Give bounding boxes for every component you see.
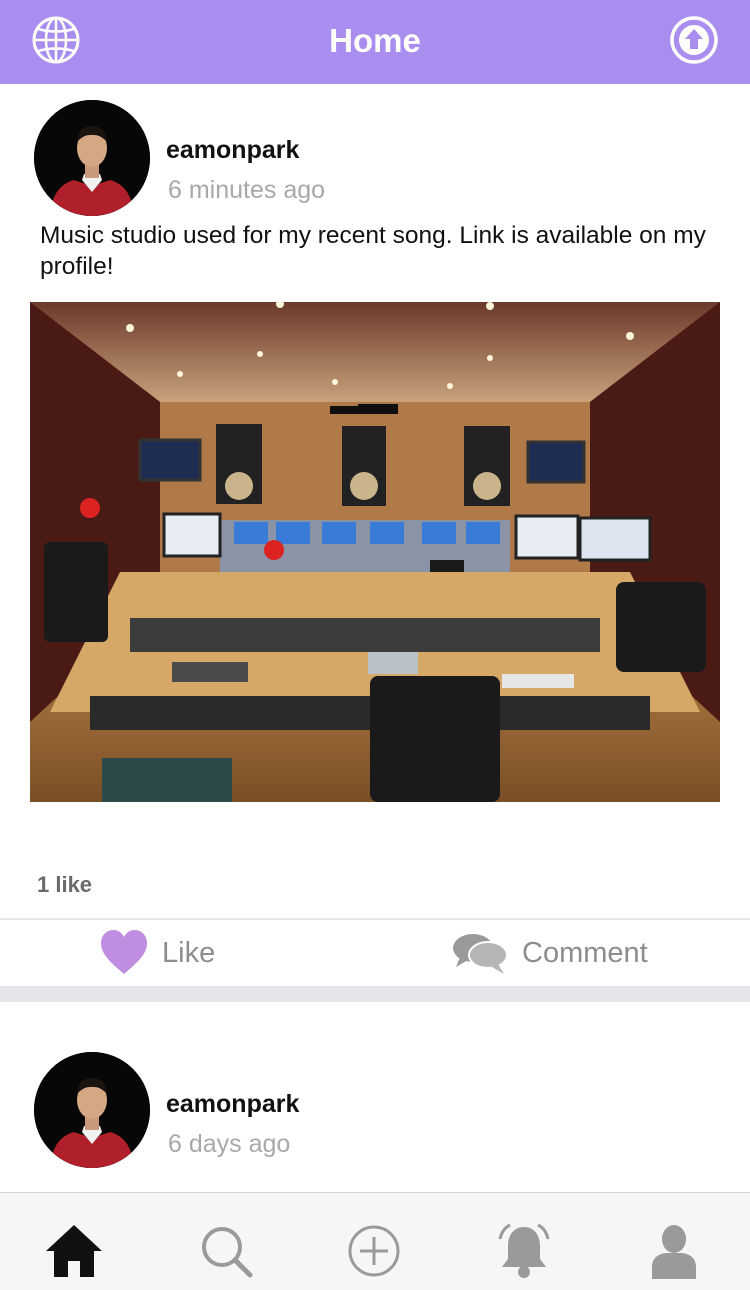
post-timestamp: 6 days ago	[168, 1130, 291, 1158]
post-action-bar: Like Comment	[0, 918, 750, 986]
page-title: Home	[329, 22, 421, 59]
header-bar: Home	[0, 0, 750, 84]
profile-icon[interactable]	[644, 1221, 704, 1281]
post-card: eamonpark 6 days ago	[0, 1002, 750, 1192]
comment-button[interactable]: Comment	[452, 920, 648, 986]
upload-arrow-icon[interactable]	[668, 14, 720, 66]
like-button[interactable]: Like	[100, 920, 215, 986]
post-card: eamonpark 6 minutes ago Music studio use…	[0, 84, 750, 986]
search-icon[interactable]	[196, 1221, 256, 1281]
heart-icon	[101, 930, 147, 974]
likes-count[interactable]: 1 like	[37, 872, 92, 898]
post-username[interactable]: eamonpark	[166, 1090, 299, 1119]
post-photo[interactable]	[30, 302, 720, 802]
bottom-tab-bar	[0, 1192, 750, 1290]
home-icon[interactable]	[44, 1221, 104, 1281]
post-caption: Music studio used for my recent song. Li…	[40, 222, 706, 280]
bell-icon[interactable]	[494, 1221, 554, 1281]
avatar[interactable]	[34, 100, 150, 216]
avatar[interactable]	[34, 1052, 150, 1168]
comment-label: Comment	[522, 936, 648, 969]
add-circle-icon[interactable]	[344, 1221, 404, 1281]
like-label: Like	[162, 936, 216, 969]
feed-divider	[0, 986, 750, 1002]
post-username[interactable]: eamonpark	[166, 136, 299, 165]
post-timestamp: 6 minutes ago	[168, 176, 326, 204]
comment-bubbles-icon	[453, 934, 508, 974]
